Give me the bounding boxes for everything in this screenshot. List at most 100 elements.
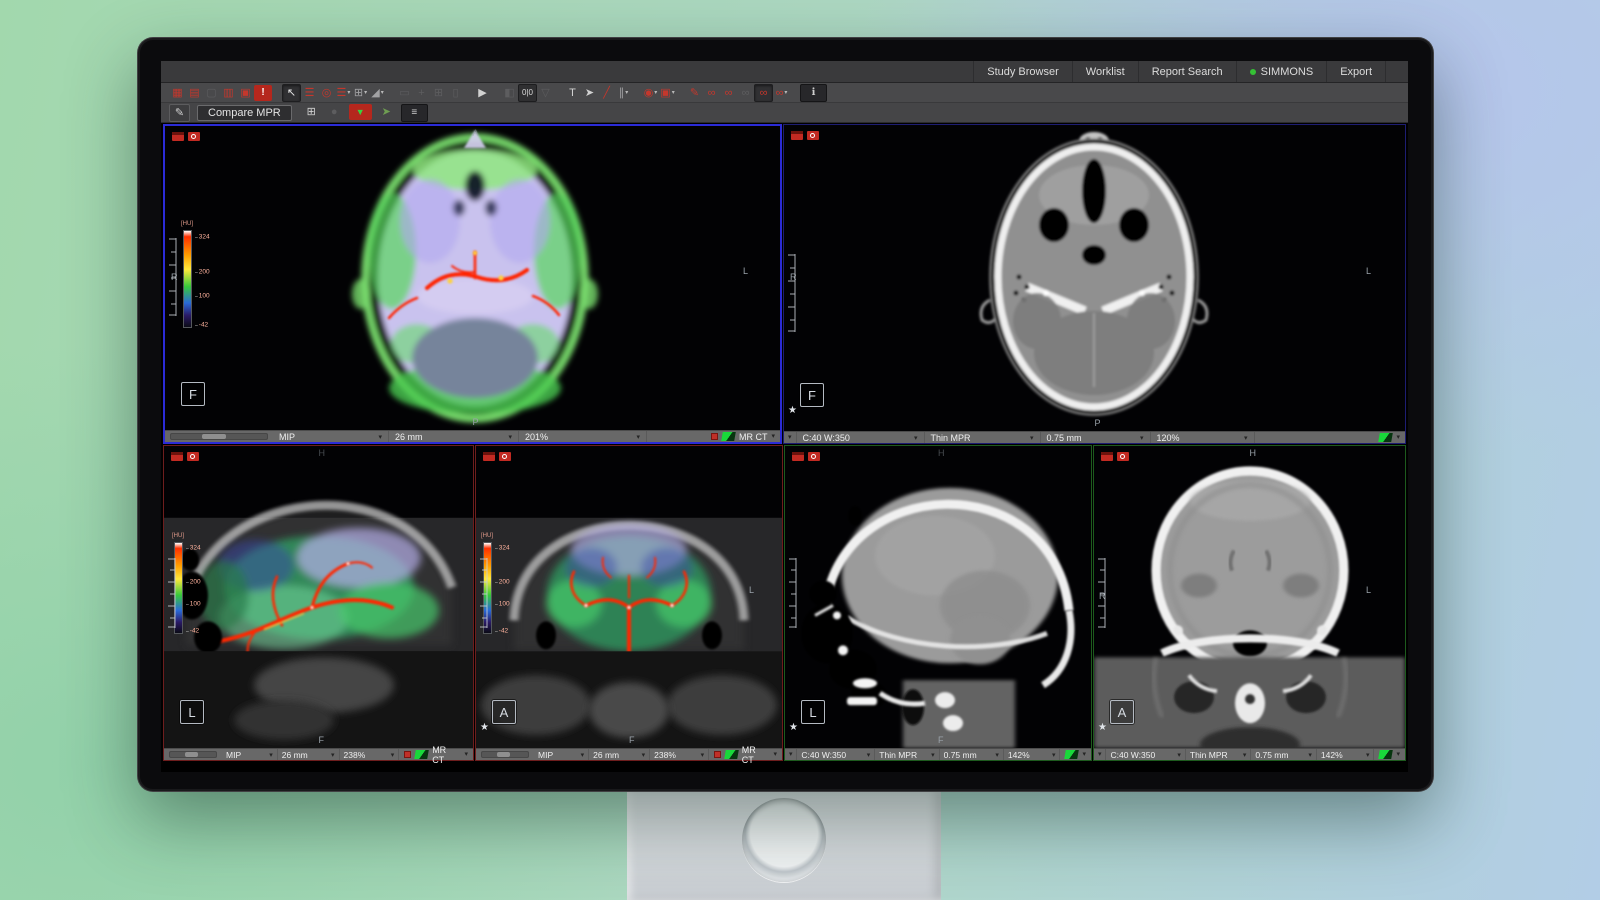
key-image-icon[interactable] (499, 452, 511, 461)
zoom-dropdown[interactable]: 201% (519, 431, 647, 442)
favorite-star[interactable] (788, 406, 797, 416)
rendering-mode-dropdown[interactable]: MIP (273, 431, 389, 442)
favorite-star[interactable] (789, 723, 798, 733)
overlay-toggle-icon[interactable] (714, 751, 721, 758)
modality-dropdown[interactable]: MR CT▾ (399, 749, 473, 760)
series-saved-icon[interactable] (792, 452, 804, 461)
info-tool-icon[interactable]: ℹ (800, 84, 827, 102)
import-series-icon[interactable]: ▤ (186, 85, 203, 101)
viewport-ct-sagittal[interactable]: H F L ▾ C:40 W:350 Thin MPR 0.75 mm 142%… (784, 445, 1092, 761)
window-presets[interactable]: ▾ (1374, 749, 1405, 760)
overlay-toggle-icon[interactable] (711, 433, 718, 440)
window-curve-icon[interactable] (414, 750, 429, 759)
slab-thickness-dropdown[interactable]: 26 mm (278, 749, 340, 760)
measure-multi-icon[interactable]: ∥▾ (615, 85, 632, 101)
compare-mpr-button[interactable]: Compare MPR (197, 105, 292, 121)
link-active-icon[interactable]: ∞ (754, 84, 773, 102)
ct-axial-image-area[interactable]: P R L F (784, 125, 1405, 431)
series-dropdown[interactable]: ▾ (784, 432, 797, 443)
window-level-dropdown[interactable]: C:40 W:350 (797, 749, 875, 760)
link-inactive-icon[interactable]: ∞ (737, 85, 754, 101)
viewport-fusion-sagittal[interactable]: [HU] 324 200 100 -42 H F L MIP 26 mm 238… (163, 445, 474, 761)
zoom-dropdown[interactable]: 142% (1317, 749, 1375, 760)
viewport-fusion-axial[interactable]: [HU] 324 200 100 -42 A P R L F MIP 26 mm… (163, 124, 782, 444)
menu-item-report-search[interactable]: Report Search (1138, 61, 1236, 82)
import-study-icon[interactable]: ▼ (349, 104, 372, 120)
series-saved-icon[interactable] (483, 452, 495, 461)
zoom-dropdown[interactable]: 238% (340, 749, 400, 760)
add-image-icon[interactable]: + (413, 85, 430, 101)
slab-thickness-dropdown[interactable]: 26 mm (589, 749, 650, 760)
viewport-ct-coronal[interactable]: H R L A ▾ C:40 W:350 Thin MPR 0.75 mm 14… (1093, 445, 1406, 761)
ct-sagittal-image-area[interactable]: H F L (785, 446, 1091, 748)
window-curve-icon[interactable] (1379, 433, 1394, 442)
series-scroll-slider[interactable] (476, 749, 534, 760)
zoom-dropdown[interactable]: 238% (650, 749, 709, 760)
key-image-icon[interactable] (807, 131, 819, 140)
link-series-icon[interactable]: ∞ (703, 85, 720, 101)
series-list-icon[interactable]: ☰▾ (335, 85, 352, 101)
clipboard-icon[interactable]: ▯ (447, 85, 464, 101)
slice-thickness-dropdown[interactable]: 0.75 mm (1041, 432, 1151, 443)
series-saved-icon[interactable] (1101, 452, 1113, 461)
stack-view-icon[interactable]: ⊞ (430, 85, 447, 101)
window-level-dropdown[interactable]: C:40 W:350 (797, 432, 925, 443)
pencil-annotation-icon[interactable]: ✎ (686, 85, 703, 101)
series-scroll-slider[interactable] (165, 431, 273, 442)
sync-scroll-icon[interactable]: ∞ (720, 85, 737, 101)
urgent-flag-icon[interactable]: ! (254, 85, 272, 101)
layout-grid-icon[interactable]: ⊞▾ (352, 85, 369, 101)
key-image-icon[interactable] (187, 452, 199, 461)
key-image-icon[interactable] (188, 132, 200, 141)
ct-coronal-image-area[interactable]: H R L A (1094, 446, 1405, 748)
edit-annotation-icon[interactable]: ✎ (169, 104, 190, 122)
snapshot-icon[interactable]: ◉▾ (642, 85, 659, 101)
text-annotation-icon[interactable]: T (564, 85, 581, 101)
series-dropdown[interactable]: ▾ (785, 749, 797, 760)
pointer-tool-icon[interactable]: ↖ (282, 84, 301, 102)
menu-item-user-simmons[interactable]: SIMMONS (1236, 61, 1327, 82)
rendering-mode-dropdown[interactable]: MIP (534, 749, 589, 760)
zoom-dropdown[interactable]: 142% (1004, 749, 1061, 760)
save-state-icon[interactable]: ▽ (537, 85, 554, 101)
arrow-annotation-icon[interactable]: ➤ (581, 85, 598, 101)
series-saved-icon[interactable] (171, 452, 183, 461)
window-presets[interactable]: ▾ (1374, 432, 1405, 443)
favorite-star[interactable] (1098, 723, 1107, 733)
slice-thickness-dropdown[interactable]: 0.75 mm (1251, 749, 1317, 760)
measure-line-icon[interactable]: ╱ (598, 85, 615, 101)
print-compose-icon[interactable]: ▥ (220, 85, 237, 101)
export-cart-icon[interactable]: ▣ (237, 85, 254, 101)
flip-view-icon[interactable]: ◧ (501, 85, 518, 101)
recon-mode-dropdown[interactable]: Thin MPR (925, 432, 1041, 443)
overlay-toggle-icon[interactable] (404, 751, 411, 758)
menu-item-worklist[interactable]: Worklist (1072, 61, 1138, 82)
series-dropdown[interactable]: ▾ (1094, 749, 1106, 760)
viewport-fusion-coronal[interactable]: [HU] 324 200 100 -42 F L A MIP 26 mm 238… (475, 445, 783, 761)
series-scroll-slider[interactable] (164, 749, 222, 760)
copy-frame-icon[interactable]: ▣▾ (659, 85, 676, 101)
key-image-icon[interactable] (1117, 452, 1129, 461)
eraser-tool-icon[interactable]: ◢▾ (369, 85, 386, 101)
report-viewer-icon[interactable]: ≡ (401, 104, 428, 122)
film-strip-icon[interactable]: ▭ (396, 85, 413, 101)
slice-thickness-dropdown[interactable]: 0.75 mm (940, 749, 1004, 760)
recon-mode-dropdown[interactable]: Thin MPR (1186, 749, 1252, 760)
save-layout-icon[interactable]: ⊞ (303, 104, 320, 120)
tile-indicator-icon[interactable]: 0|0 (518, 84, 537, 102)
series-saved-icon[interactable] (791, 131, 803, 140)
fusion-coronal-image-area[interactable]: [HU] 324 200 100 -42 F L A (476, 446, 782, 748)
scroll-dial-icon[interactable]: ◎ (318, 85, 335, 101)
placeholder-icon[interactable]: ▢ (203, 85, 220, 101)
window-curve-icon[interactable] (721, 432, 736, 441)
series-saved-icon[interactable] (172, 132, 184, 141)
viewport-ct-axial[interactable]: P R L F ▾ C:40 W:350 Thin MPR 0.75 mm 12… (783, 124, 1406, 444)
fusion-sagittal-image-area[interactable]: [HU] 324 200 100 -42 H F L (164, 446, 473, 748)
favorite-star[interactable] (480, 723, 489, 733)
window-curve-icon[interactable] (1065, 750, 1080, 759)
window-curve-icon[interactable] (724, 750, 738, 759)
series-navigator-icon[interactable]: ☰ (301, 85, 318, 101)
modality-dropdown[interactable]: MR CT▾ (709, 749, 782, 760)
database-layout-icon[interactable]: ▦ (169, 85, 186, 101)
play-cine-icon[interactable]: ▶ (474, 85, 491, 101)
